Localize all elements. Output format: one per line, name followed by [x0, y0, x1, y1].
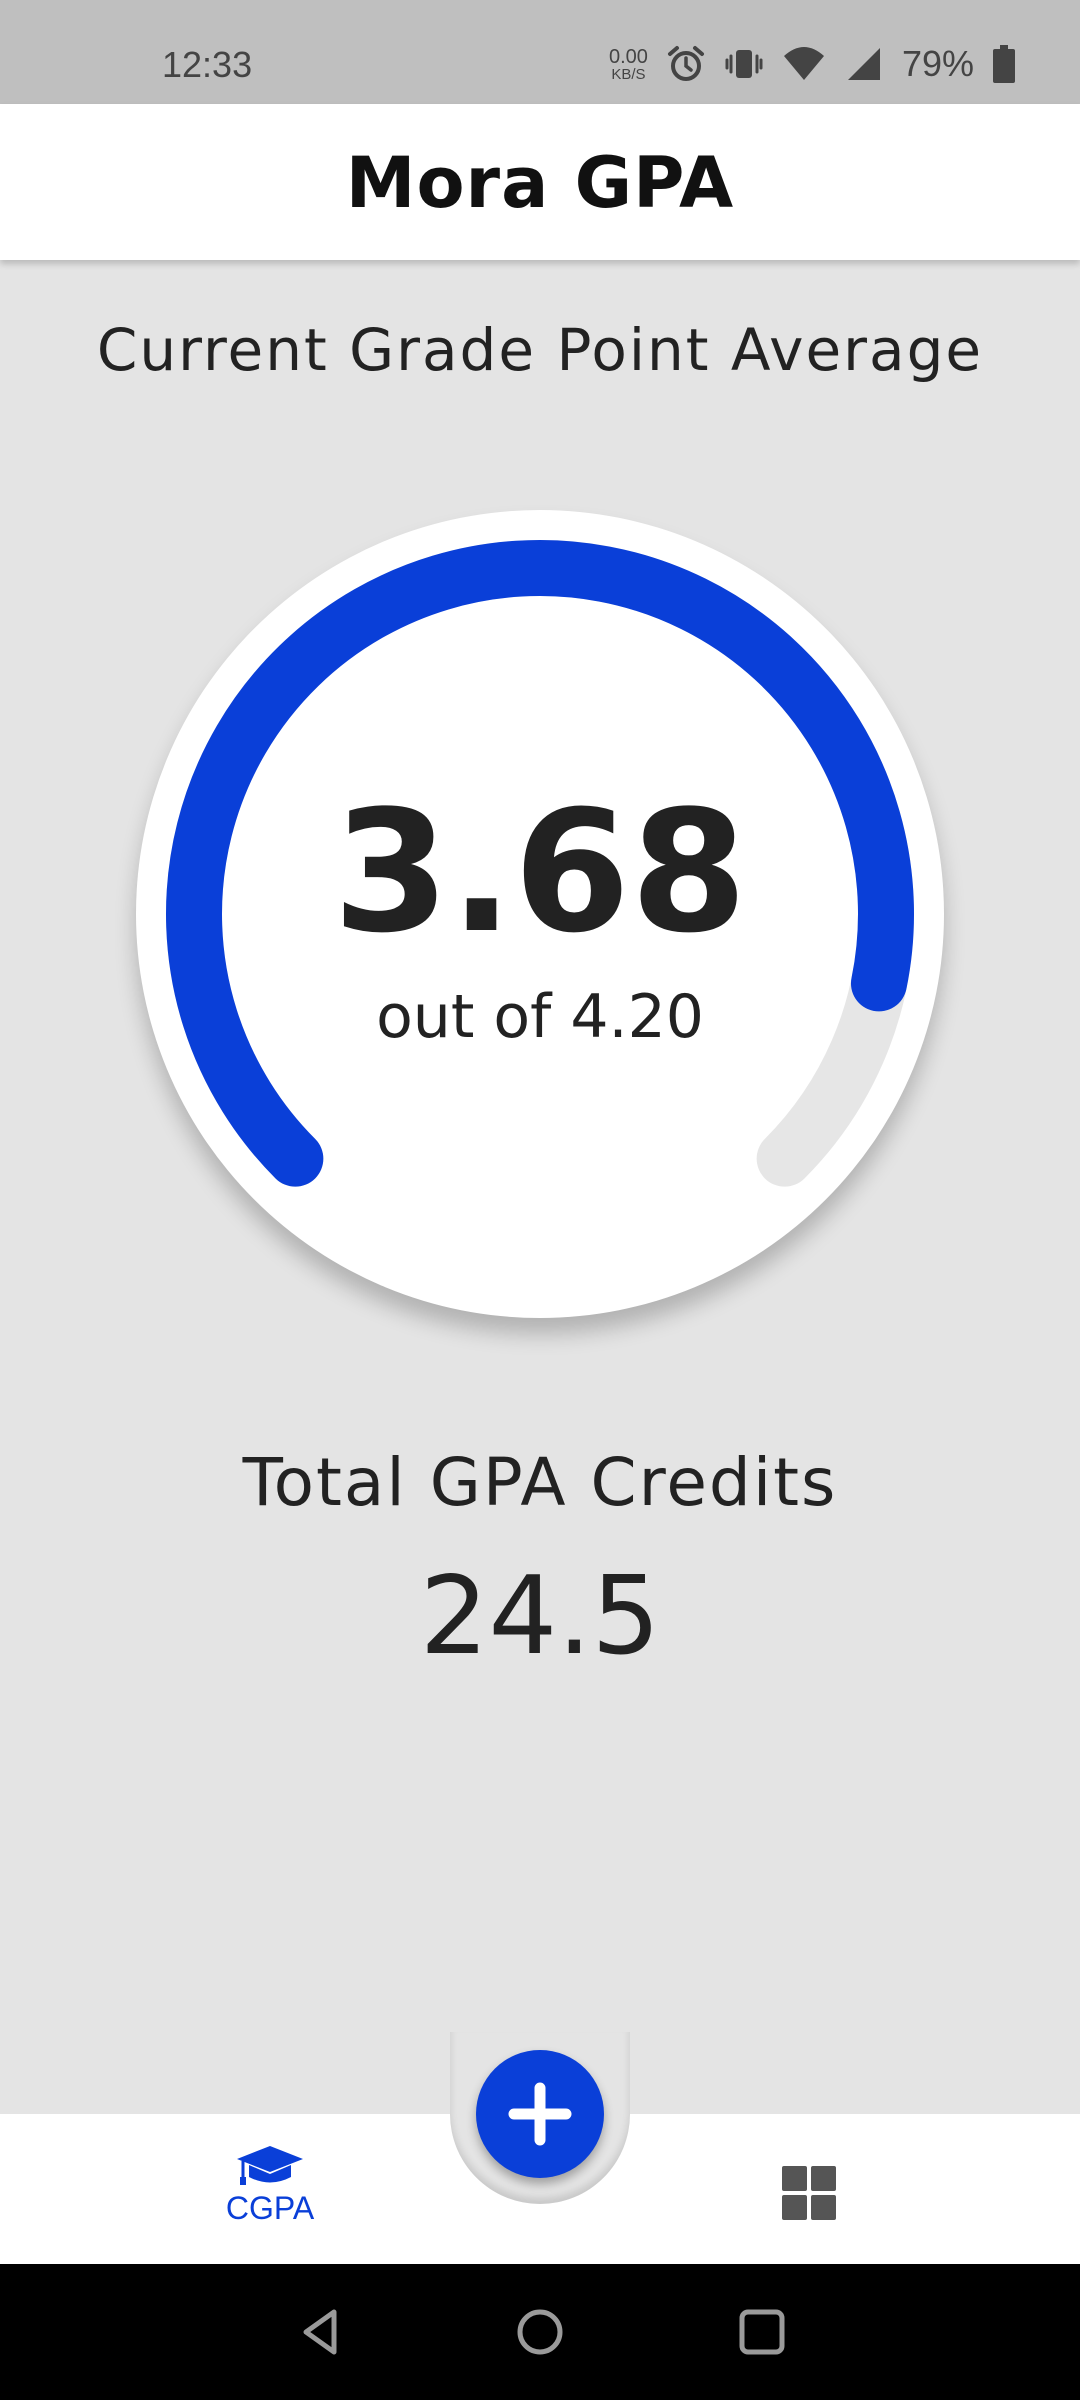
credits-label: Total GPA Credits: [242, 1444, 838, 1521]
wifi-icon: [783, 47, 824, 80]
battery-icon: [993, 45, 1015, 83]
nav-item-dashboard[interactable]: [774, 2158, 844, 2228]
battery-percent: 79%: [901, 43, 974, 84]
home-icon[interactable]: [512, 2304, 568, 2360]
network-speed-value: 0.00: [609, 45, 648, 68]
alarm-icon: [667, 46, 704, 81]
vibrate-icon: [725, 50, 763, 78]
add-button[interactable]: [476, 2050, 604, 2178]
plus-icon: [508, 2082, 572, 2146]
nav-item-cgpa-label: CGPA: [225, 2190, 315, 2226]
graduation-cap-icon: [237, 2146, 303, 2185]
network-speed-unit: KB/S: [611, 65, 646, 83]
system-nav-bar: [0, 2264, 1080, 2400]
credits-value: 24.5: [419, 1554, 661, 1679]
status-bar: 12:33 0.00 KB/S 79%: [0, 0, 1080, 104]
dashboard-grid-icon: [782, 2166, 836, 2220]
status-time: 12:33: [162, 44, 253, 85]
gpa-gauge: 3.68 out of 4.20: [136, 510, 944, 1318]
network-speed: 0.00 KB/S: [609, 47, 648, 82]
gpa-heading: Current Grade Point Average: [96, 316, 984, 384]
gpa-value: 3.68: [332, 774, 748, 970]
nav-item-cgpa[interactable]: CGPA: [210, 2144, 330, 2234]
app-bar: Mora GPA: [0, 104, 1080, 260]
cellular-signal-icon: [847, 48, 880, 80]
status-icons: 0.00 KB/S 79%: [609, 42, 1016, 86]
app-title: Mora GPA: [345, 142, 735, 224]
recents-icon[interactable]: [734, 2304, 790, 2360]
gpa-out-of: out of 4.20: [376, 982, 704, 1052]
back-icon[interactable]: [294, 2304, 350, 2360]
